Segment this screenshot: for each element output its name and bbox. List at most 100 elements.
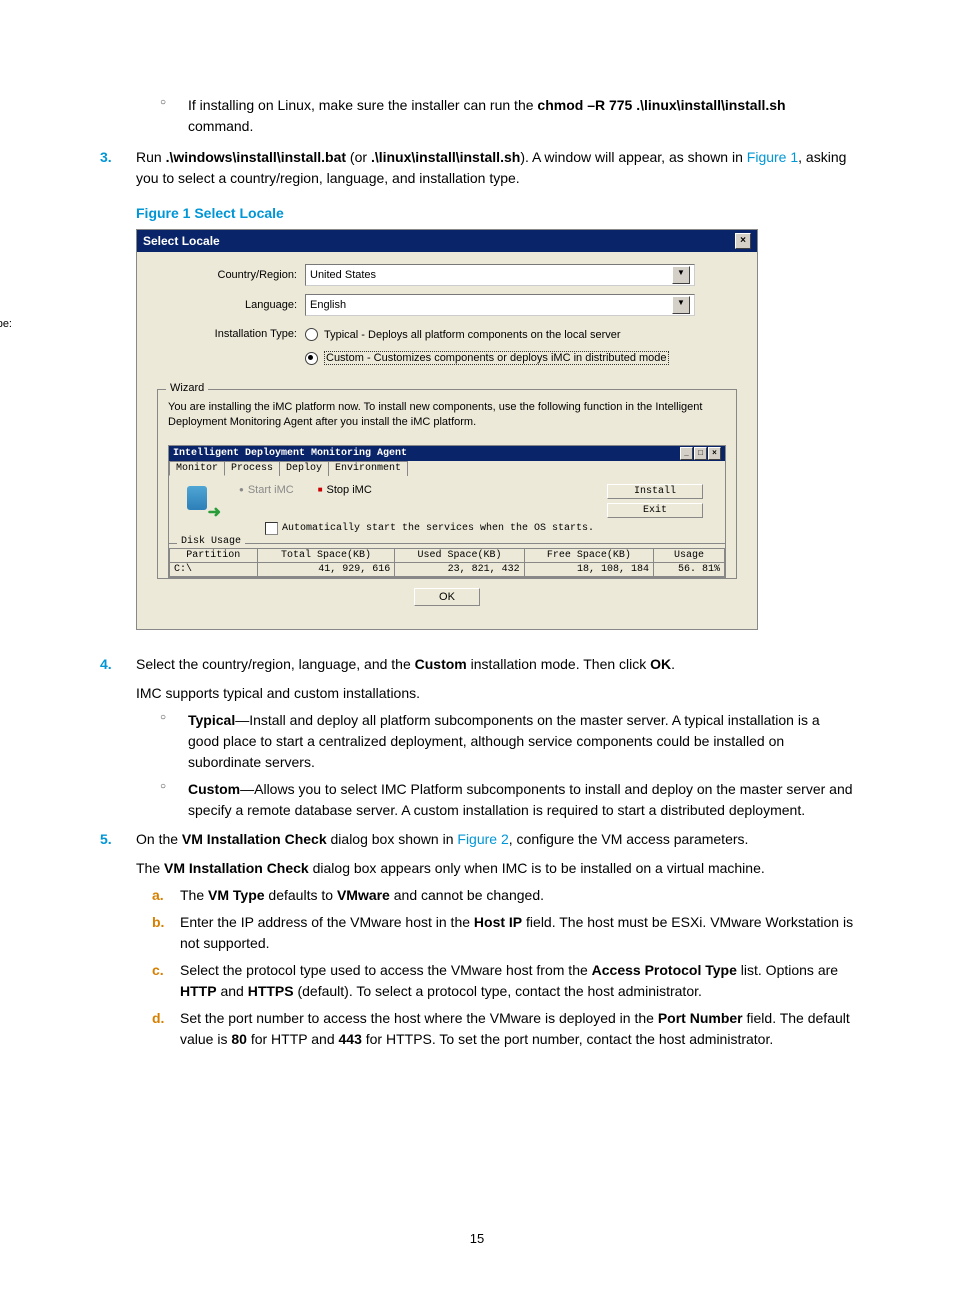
custom-bullet: Custom—Allows you to select IMC Platform… (160, 779, 854, 821)
dialog-title-bar: Select Locale × (137, 230, 757, 252)
minimize-icon[interactable]: _ (680, 447, 693, 460)
command-text: chmod –R 775 .\linux\install\install.sh (537, 97, 785, 113)
text: for HTTP and (247, 1031, 339, 1047)
dialog-title: Select Locale (143, 234, 220, 248)
text: Set the port number to access the host w… (180, 1010, 658, 1026)
text: Host IP (474, 914, 522, 930)
text: 80 (231, 1031, 247, 1047)
step-5c: c. Select the protocol type used to acce… (152, 960, 854, 1002)
text: If installing on Linux, make sure the in… (188, 97, 537, 113)
text: —Allows you to select IMC Platform subco… (188, 781, 853, 818)
wizard-legend: Wizard (166, 382, 208, 394)
text: VM Installation Check (182, 831, 327, 847)
text: . (671, 656, 675, 672)
command-text: .\windows\install\install.bat (166, 149, 346, 165)
figure-link[interactable]: Figure 1 (747, 149, 798, 165)
col-total: Total Space(KB) (257, 548, 395, 562)
step-5: 5. On the VM Installation Check dialog b… (100, 829, 854, 879)
stop-imc-button[interactable]: Stop iMC (318, 484, 372, 496)
cell: 18, 108, 184 (524, 562, 653, 576)
text: Port Number (658, 1010, 743, 1026)
radio-custom[interactable] (305, 352, 318, 365)
install-type-label: Installation Type: (157, 328, 305, 365)
text: Enter the IP address of the VMware host … (180, 914, 474, 930)
figure-link[interactable]: Figure 2 (457, 831, 508, 847)
col-free: Free Space(KB) (524, 548, 653, 562)
step-5d: d. Set the port number to access the hos… (152, 1008, 854, 1050)
language-label: Language: (157, 299, 305, 311)
tab-environment[interactable]: Environment (328, 461, 408, 476)
wizard-text: You are installing the iMC platform now.… (168, 400, 726, 431)
disk-usage-legend: Disk Usage (177, 536, 245, 547)
text: defaults to (265, 887, 337, 903)
inner-window-title: Intelligent Deployment Monitoring Agent (173, 448, 407, 459)
cell: 41, 929, 616 (257, 562, 395, 576)
language-combo[interactable]: English ▼ (305, 294, 695, 316)
text: (default). To select a protocol type, co… (294, 983, 702, 999)
install-type-label: Installation Type: (0, 318, 20, 330)
radio-typical[interactable] (305, 328, 318, 341)
text: VM Type (208, 887, 265, 903)
text: Access Protocol Type (592, 962, 737, 978)
text: HTTP (180, 983, 217, 999)
ok-button[interactable]: OK (414, 588, 480, 606)
radio-custom-label: Custom - Customizes components or deploy… (324, 351, 669, 365)
text: HTTPS (248, 983, 294, 999)
text: , configure the VM access parameters. (509, 831, 749, 847)
text: installation mode. Then click (467, 656, 650, 672)
agent-icon (183, 484, 219, 520)
text: On the (136, 831, 182, 847)
close-icon[interactable]: × (735, 233, 751, 249)
chevron-down-icon[interactable]: ▼ (672, 266, 690, 284)
tab-deploy[interactable]: Deploy (279, 461, 329, 476)
autostart-checkbox[interactable] (265, 522, 278, 535)
text: command. (188, 118, 253, 134)
page-number: 15 (0, 1231, 954, 1246)
figure-caption: Figure 1 Select Locale (136, 205, 854, 221)
chevron-down-icon[interactable]: ▼ (672, 296, 690, 314)
start-imc-button: Start iMC (239, 484, 294, 496)
text: VM Installation Check (164, 860, 309, 876)
text: Run (136, 149, 166, 165)
text: list. Options are (737, 962, 838, 978)
text: ). A window will appear, as shown in (520, 149, 746, 165)
tab-process[interactable]: Process (224, 461, 280, 476)
col-used: Used Space(KB) (395, 548, 524, 562)
text: for HTTPS. To set the port number, conta… (362, 1031, 773, 1047)
cell: C:\ (170, 562, 258, 576)
install-button[interactable]: Install (607, 484, 703, 499)
country-label: Country/Region: (157, 269, 305, 281)
alpha-marker: c. (152, 960, 164, 981)
text: Custom (188, 781, 240, 797)
col-partition: Partition (170, 548, 258, 562)
country-combo[interactable]: United States ▼ (305, 264, 695, 286)
text: The (136, 860, 164, 876)
text: Typical (188, 712, 235, 728)
text: 443 (339, 1031, 362, 1047)
step-3: 3. Run .\windows\install\install.bat (or… (100, 147, 854, 189)
step-5a: a. The VM Type defaults to VMware and ca… (152, 885, 854, 906)
radio-typical-label: Typical - Deploys all platform component… (324, 329, 621, 341)
cell: 56. 81% (654, 562, 725, 576)
text: Custom (415, 656, 467, 672)
text: VMware (337, 887, 390, 903)
step-marker: 3. (100, 147, 112, 168)
text: Select the protocol type used to access … (180, 962, 592, 978)
text: Select the country/region, language, and… (136, 656, 415, 672)
cell: 23, 821, 432 (395, 562, 524, 576)
alpha-marker: d. (152, 1008, 164, 1029)
maximize-icon[interactable]: □ (694, 447, 707, 460)
step-4: 4. Select the country/region, language, … (100, 654, 854, 704)
tab-monitor[interactable]: Monitor (169, 461, 225, 476)
typical-bullet: Typical—Install and deploy all platform … (160, 710, 854, 773)
text: dialog box appears only when IMC is to b… (309, 860, 765, 876)
step-marker: 4. (100, 654, 112, 675)
text: —Install and deploy all platform subcomp… (188, 712, 820, 770)
text: The (180, 887, 208, 903)
close-icon[interactable]: × (708, 447, 721, 460)
linux-bullet: If installing on Linux, make sure the in… (160, 95, 854, 137)
disk-usage-table: Partition Total Space(KB) Used Space(KB)… (169, 548, 725, 577)
monitoring-agent-window: Intelligent Deployment Monitoring Agent … (168, 445, 726, 578)
exit-button[interactable]: Exit (607, 503, 703, 518)
language-value: English (310, 299, 346, 311)
